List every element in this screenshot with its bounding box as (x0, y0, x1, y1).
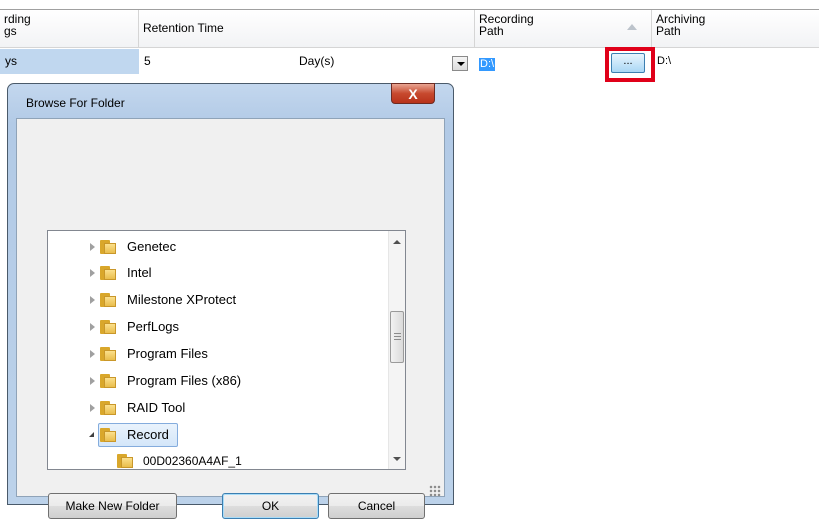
column-header-recording-days[interactable]: rding gs (0, 10, 139, 48)
folder-icon (100, 374, 116, 388)
cancel-button[interactable]: Cancel (328, 493, 425, 519)
folder-open-icon (100, 428, 116, 442)
tree-item-label: Genetec (127, 239, 177, 254)
dialog-title: Browse For Folder (26, 96, 125, 110)
folder-icon (100, 266, 116, 280)
recording-days-cell[interactable]: ys (0, 49, 139, 74)
column-header-line: Path (479, 24, 504, 38)
tree-item-record[interactable]: Record (48, 422, 388, 448)
column-header-line: Recording (479, 12, 534, 26)
close-button[interactable]: X (391, 83, 435, 104)
tree-item-label: Intel (127, 265, 152, 280)
column-header-line: rding (4, 12, 31, 26)
archiving-path-cell[interactable]: D:\ (652, 49, 819, 74)
sort-ascending-icon (627, 24, 637, 30)
tree-item-raid-tool[interactable]: RAID Tool (48, 395, 388, 421)
make-new-folder-button[interactable]: Make New Folder (48, 493, 177, 519)
tree-item-label: 00D02360A4AF_1 (143, 454, 242, 468)
recording-path-value[interactable]: D:\ (479, 58, 496, 71)
retention-value-cell[interactable]: 5 (139, 49, 294, 74)
close-icon: X (408, 86, 418, 102)
tree-item-perflogs[interactable]: PerfLogs (48, 314, 388, 340)
resize-grip-icon[interactable] (429, 485, 441, 497)
tree-item-label: RAID Tool (127, 400, 186, 415)
chevron-down-icon (457, 62, 465, 66)
expand-arrow-icon[interactable] (90, 404, 95, 412)
expand-arrow-icon[interactable] (90, 296, 95, 304)
column-header-line: Path (656, 24, 681, 38)
collapse-arrow-icon[interactable] (89, 432, 94, 437)
folder-icon (117, 454, 133, 468)
folder-icon (100, 320, 116, 334)
column-header-recording-path[interactable]: Recording Path (475, 10, 652, 48)
callout-highlight-box (605, 47, 655, 82)
tree-item-label: Program Files (127, 346, 208, 361)
tree-scrollbar[interactable] (388, 231, 405, 469)
scrollbar-thumb[interactable] (390, 311, 404, 363)
folder-tree[interactable]: Genetec Intel Milestone XProtect PerfLog… (47, 230, 406, 470)
folder-icon (100, 401, 116, 415)
tree-item-label: PerfLogs (127, 319, 180, 334)
tree-item-label: Milestone XProtect (127, 292, 237, 307)
tree-item-genetec[interactable]: Genetec (48, 234, 388, 260)
tree-item-milestone-xprotect[interactable]: Milestone XProtect (48, 287, 388, 313)
folder-icon (100, 347, 116, 361)
expand-arrow-icon[interactable] (90, 377, 95, 385)
scroll-down-icon[interactable] (393, 457, 401, 461)
ok-button[interactable]: OK (222, 493, 319, 519)
tree-item-label: Record (127, 427, 169, 442)
tree-item-label: Program Files (x86) (127, 373, 242, 388)
tree-item-intel[interactable]: Intel (48, 260, 388, 286)
expand-arrow-icon[interactable] (90, 323, 95, 331)
expand-arrow-icon[interactable] (90, 350, 95, 358)
tree-item-program-files[interactable]: Program Files (48, 341, 388, 367)
tree-item-subfolder[interactable]: 00D02360A4AF_1 (48, 448, 388, 469)
browse-for-folder-dialog: Browse For Folder X Genetec Intel Milest… (7, 83, 454, 519)
dialog-client-area: Genetec Intel Milestone XProtect PerfLog… (16, 118, 445, 519)
tree-item-program-files-x86[interactable]: Program Files (x86) (48, 368, 388, 394)
grip-icon (394, 333, 401, 340)
column-header-archiving-path[interactable]: Archiving Path (652, 10, 819, 48)
expand-arrow-icon[interactable] (90, 269, 95, 277)
column-header-line: Retention Time (143, 21, 224, 35)
folder-icon (100, 293, 116, 307)
retention-unit-dropdown-button[interactable] (452, 56, 468, 71)
expand-arrow-icon[interactable] (90, 243, 95, 251)
scroll-up-icon[interactable] (393, 240, 401, 244)
retention-unit-select[interactable]: Day(s) (294, 49, 454, 74)
column-header-retention-time[interactable]: Retention Time (139, 10, 475, 48)
table-row[interactable]: ys 5 Day(s) D:\ (0, 49, 819, 74)
folder-icon (100, 240, 116, 254)
column-header-line: gs (4, 24, 17, 38)
